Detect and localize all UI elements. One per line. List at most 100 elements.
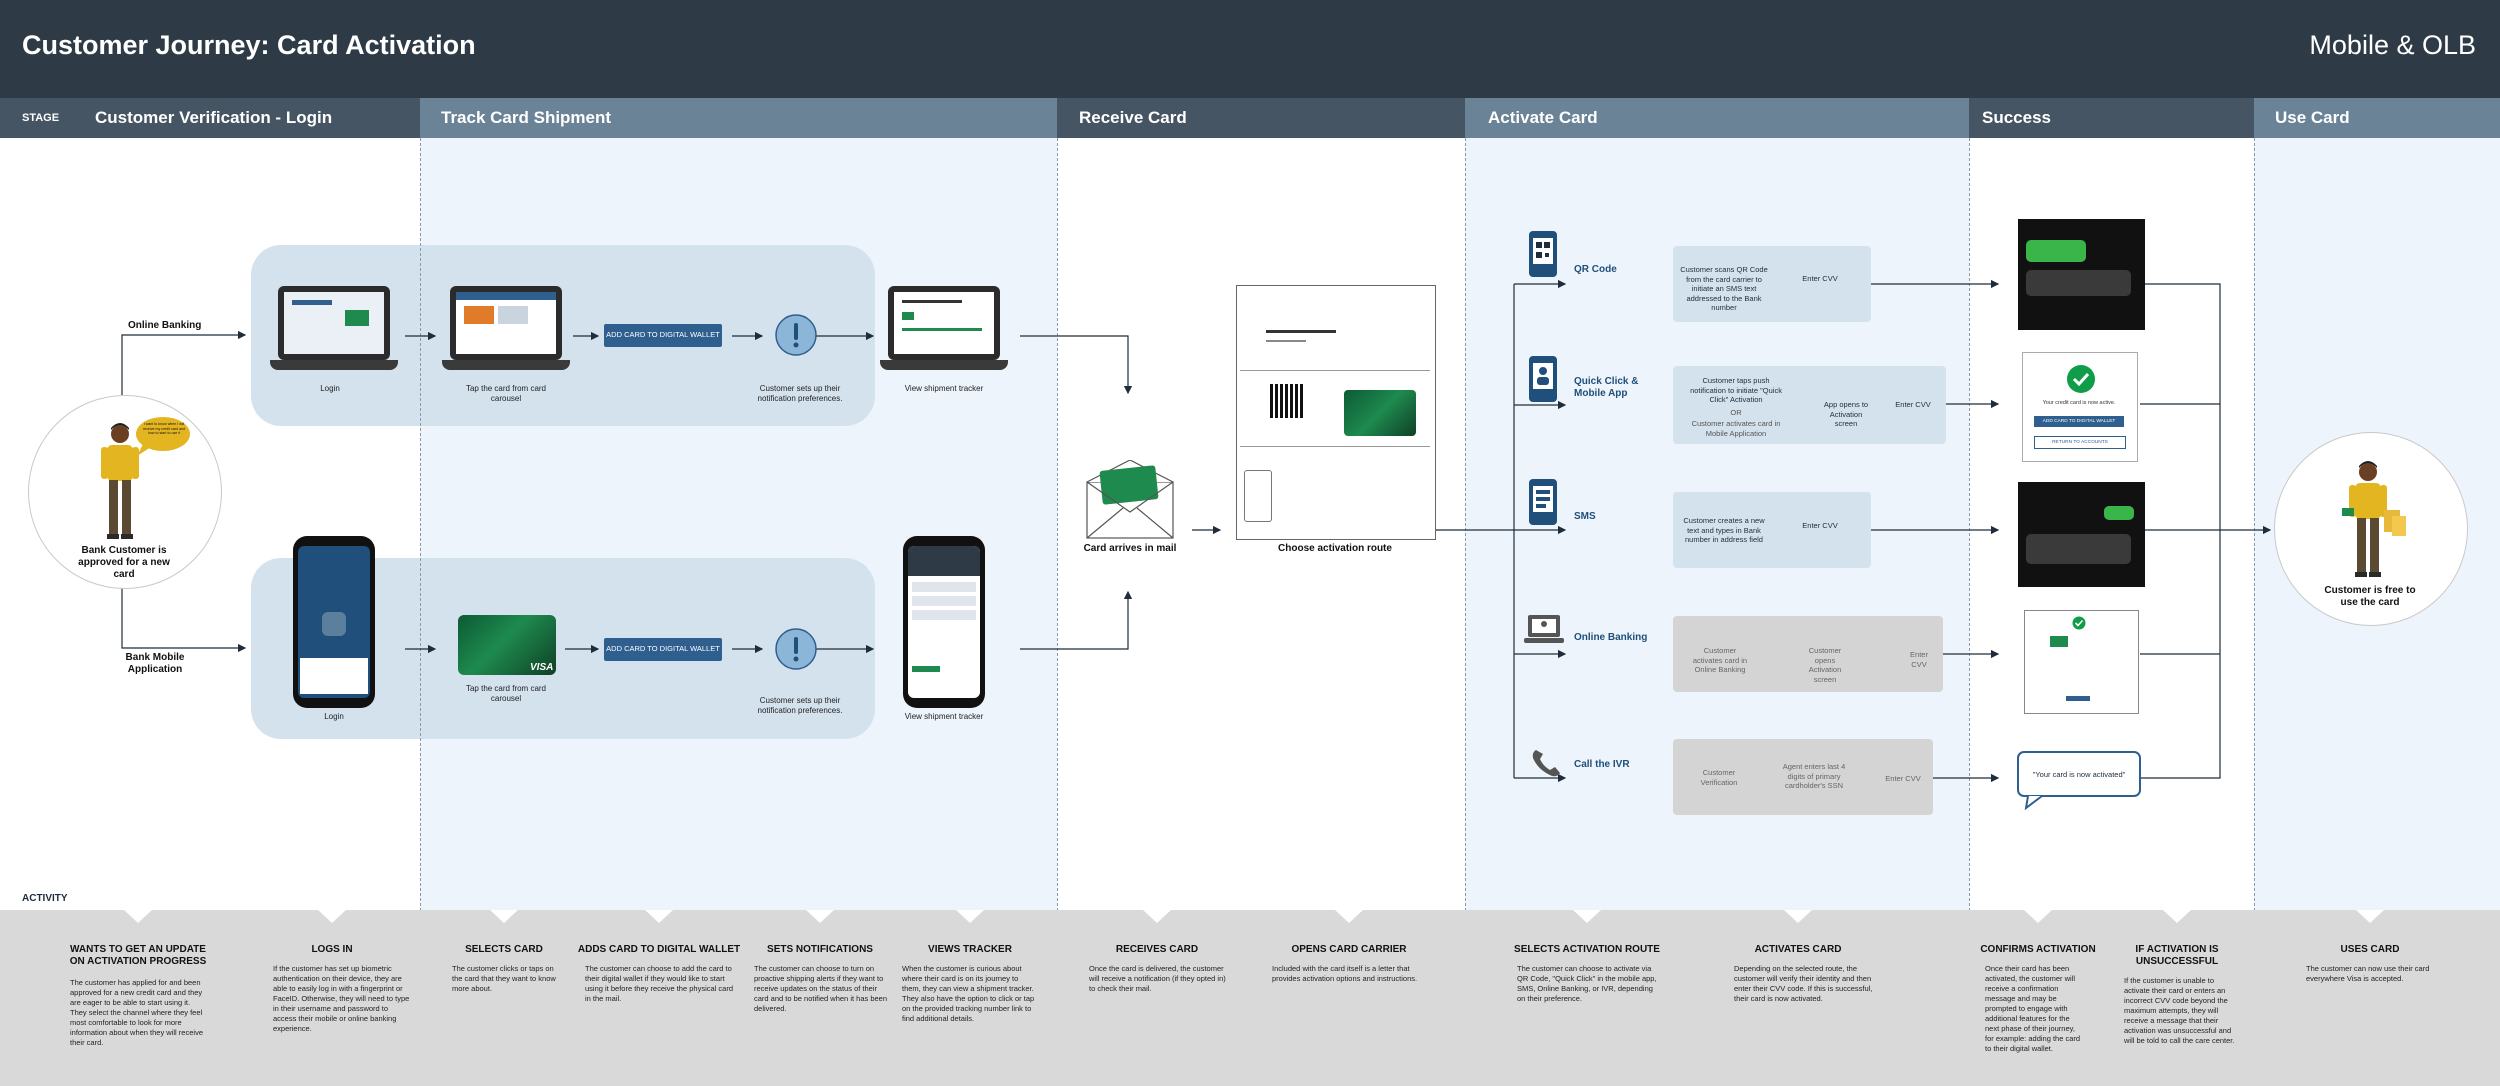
activity-title-select-card: SELECTS CARD [465, 944, 543, 955]
sms-bubble [2026, 270, 2131, 296]
success-check-icon [2072, 616, 2086, 630]
return-accounts-button[interactable]: RETURN TO ACCOUNTS [2034, 436, 2126, 449]
sms-bubble [2026, 240, 2086, 262]
caption-notify-mobile: Customer sets up their notification pref… [757, 696, 843, 715]
caption-tap-card-mobile: Tap the card from card carousel [465, 684, 547, 703]
notification-icon [775, 628, 817, 670]
activity-body-carrier: Included with the card itself is a lette… [1272, 964, 1418, 983]
persona-speech: I want to know when I will receive my cr… [142, 422, 186, 436]
route-ivr-step1: Customer Verification [1700, 768, 1738, 787]
route-qr-step2: Enter CVV [1802, 274, 1838, 283]
activity-notch [1335, 910, 1363, 923]
activity-title-carrier: OPENS CARD CARRIER [1291, 944, 1407, 955]
route-olb-label: Online Banking [1574, 632, 1648, 643]
caption-carrier: Choose activation route [1278, 543, 1392, 554]
activity-body-use: The customer can now use their card ever… [2306, 964, 2430, 983]
activity-title-use: USES CARD [2340, 944, 2400, 955]
sms-phone-icon [1529, 479, 1557, 525]
tracker-progress [902, 328, 982, 331]
letter-line [1266, 330, 1336, 333]
activity-body-select-card: The customer clicks or taps on the card … [452, 964, 556, 993]
route-sms-step2: Enter CVV [1802, 521, 1838, 530]
screen-button [2066, 696, 2090, 701]
activity-title-activate: ACTIVATES CARD [1754, 944, 1842, 955]
letter-divider [1240, 370, 1430, 371]
route-quick-step3: Enter CVV [1895, 400, 1931, 409]
activity-title-unsuccessful: IF ACTIVATION IS UNSUCCESSFUL [2135, 944, 2219, 967]
channel-mobile-label: Bank Mobile Application [125, 652, 185, 675]
screen-card [464, 306, 494, 324]
activity-body-confirm: Once their card has been activated, the … [1985, 964, 2081, 1053]
screen-row [912, 582, 976, 592]
route-quick-step2: App opens to Activation screen [1823, 400, 1869, 428]
activity-title-login: LOGS IN [311, 944, 353, 955]
letter-phone-image [1244, 470, 1272, 522]
activity-title-confirm: CONFIRMS ACTIVATION [1980, 944, 2096, 955]
caption-notify: Customer sets up their notification pref… [757, 384, 843, 403]
activity-body-login: If the customer has set up biometric aut… [273, 964, 410, 1033]
envelope-icon [1086, 460, 1174, 539]
activity-notch [2163, 910, 2191, 923]
screen-header [908, 546, 980, 576]
activity-body-activate: Depending on the selected route, the cus… [1734, 964, 1873, 1003]
route-ivr-step2: Agent enters last 4 digits of primary ca… [1782, 762, 1846, 790]
screen-bar [292, 300, 332, 305]
screen-line [902, 300, 962, 303]
ivr-quote: "Your card is now activated" [2032, 770, 2126, 779]
activity-body-wallet: The customer can choose to add the card … [585, 964, 733, 1003]
add-to-wallet-button-mobile[interactable]: ADD CARD TO DIGITAL WALLET [604, 638, 722, 661]
activity-body-notifications: The customer can choose to turn on proac… [754, 964, 888, 1013]
letter-line [1266, 340, 1306, 342]
route-ivr-label: Call the IVR [1574, 759, 1630, 770]
route-ivr-step3: Enter CVV [1885, 774, 1921, 783]
laptop-base [442, 360, 570, 370]
activity-title-route: SELECTS ACTIVATION ROUTE [1514, 944, 1660, 955]
activity-notch [2024, 910, 2052, 923]
caption-tap-card: Tap the card from card carousel [465, 384, 547, 403]
confirm-wallet-button[interactable]: ADD CARD TO DIGITAL WALLET [2034, 416, 2124, 427]
screen-row [912, 596, 976, 606]
add-to-wallet-button[interactable]: ADD CARD TO DIGITAL WALLET [604, 324, 722, 347]
route-sms-label: SMS [1574, 511, 1596, 522]
activity-notch [1573, 910, 1601, 923]
fingerprint-icon [322, 612, 346, 636]
shopping-customer-icon [2342, 461, 2406, 577]
notification-icon [775, 314, 817, 356]
activity-notch [645, 910, 673, 923]
route-qr-label: QR Code [1574, 264, 1617, 275]
caption-login: Login [320, 384, 340, 393]
laptop-base [270, 360, 398, 370]
channel-online-label: Online Banking [128, 320, 202, 331]
activity-notch [490, 910, 518, 923]
success-check-icon [2067, 365, 2095, 393]
screen-card [902, 312, 914, 320]
activity-notch [956, 910, 984, 923]
route-sms-step1: Customer creates a new text and types in… [1683, 516, 1765, 544]
route-qr-step1: Customer scans QR Code from the card car… [1680, 265, 1768, 312]
route-quick-or: OR [1730, 408, 1742, 417]
activity-body-receive: Once the card is delivered, the customer… [1089, 964, 1226, 993]
screen-card [345, 310, 369, 326]
caption-tracker-mobile: View shipment tracker [904, 712, 984, 721]
activity-body-tracker: When the customer is curious about where… [902, 964, 1035, 1023]
sms-bubble [2104, 506, 2134, 520]
route-olb-step1: Customer activates card in Online Bankin… [1692, 646, 1748, 674]
phone-call-icon [1532, 750, 1560, 777]
activity-notch [2356, 910, 2384, 923]
route-quick-label: Quick Click & Mobile App [1574, 376, 1639, 399]
activity-title-notifications: SETS NOTIFICATIONS [767, 944, 873, 955]
carrier-card-image [1344, 390, 1416, 436]
activity-notch [318, 910, 346, 923]
activity-keyword: ACTIVITY [22, 893, 68, 904]
activity-notch [1784, 910, 1812, 923]
route-olb-step2: Customer opens Activation screen [1808, 646, 1842, 684]
laptop-base [880, 360, 1008, 370]
qr-phone-icon [1529, 231, 1557, 277]
sms-bubble [2026, 534, 2131, 564]
confirm-text: Your credit card is now active. [2042, 400, 2116, 406]
caption-mail: Card arrives in mail [1083, 543, 1177, 554]
mobile-app-icon [1529, 356, 1557, 402]
screen-card [498, 306, 528, 324]
persona-caption: Bank Customer is approved for a new card [78, 545, 170, 580]
laptop-icon [1524, 615, 1564, 643]
